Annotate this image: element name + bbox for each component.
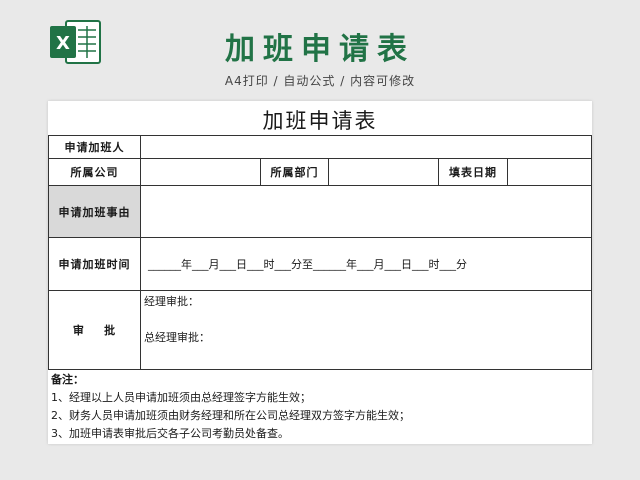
page-subtitle: A4打印 / 自动公式 / 内容可修改 [224, 74, 416, 88]
note-item: 3、加班申请表审批后交各子公司考勤员处备查。 [51, 427, 289, 440]
form-title: 加班申请表 [262, 109, 378, 133]
company-label: 所属公司 [70, 166, 119, 179]
page-title: 加班申请表 [225, 32, 415, 67]
notes-heading: 备注： [51, 373, 84, 386]
notes-section: 备注： 1、经理以上人员申请加班须由总经理签字方能生效； 2、财务人员申请加班须… [51, 371, 410, 443]
note-item: 1、经理以上人员申请加班须由总经理签字方能生效； [51, 391, 311, 404]
note-item: 2、财务人员申请加班须由财务经理和所在公司总经理双方签字方能生效； [51, 409, 410, 422]
time-label: 申请加班时间 [58, 258, 131, 271]
applicant-field[interactable] [141, 136, 591, 158]
applicant-label: 申请加班人 [64, 141, 125, 154]
manager-approval[interactable]: 经理审批： [144, 291, 590, 311]
general-manager-approval[interactable]: 总经理审批： [144, 327, 590, 347]
reason-label: 申请加班事由 [58, 205, 131, 219]
date-field[interactable] [508, 159, 591, 185]
approval-label: 审 批 [72, 324, 117, 337]
department-field[interactable] [329, 159, 438, 185]
form-sheet: 加班申请表 申请加班人 所属公司 所属部门 填表日期 申请加班事由 申请加班时间… [48, 101, 592, 444]
time-field[interactable]: ______年___月___日___时___分至______年___月___日_… [148, 238, 588, 290]
department-label: 所属部门 [270, 166, 319, 179]
date-label: 填表日期 [449, 166, 497, 179]
reason-field[interactable] [141, 186, 591, 237]
company-field[interactable] [141, 159, 260, 185]
